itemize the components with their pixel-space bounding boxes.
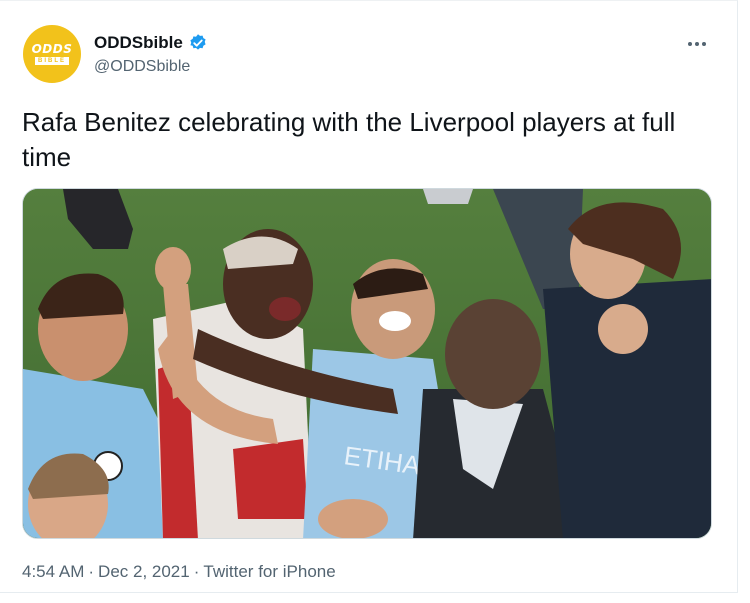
tweet-source[interactable]: Twitter for iPhone <box>203 562 335 582</box>
meta-separator: · <box>88 562 95 581</box>
avatar-logo-subtext: BIBLE <box>35 57 69 65</box>
avatar-logo-text: ODDS <box>31 42 73 56</box>
avatar[interactable]: ODDS BIBLE <box>23 25 81 83</box>
meta-separator: · <box>193 562 200 581</box>
tweet-card[interactable]: ODDS BIBLE ODDSbible @ODDSbible Rafa Ben… <box>0 0 738 593</box>
author-display-name[interactable]: ODDSbible <box>94 33 183 53</box>
tweet-media-photo[interactable]: ETIHA <box>22 188 712 539</box>
author-name-row: ODDSbible <box>94 33 208 53</box>
author-handle[interactable]: @ODDSbible <box>94 58 190 76</box>
verified-badge-icon <box>190 34 206 50</box>
more-options-icon[interactable] <box>688 39 712 49</box>
tweet-date[interactable]: Dec 2, 2021 <box>98 562 190 582</box>
tweet-meta: 4:54 AM · Dec 2, 2021 · Twitter for iPho… <box>22 562 336 582</box>
tweet-text: Rafa Benitez celebrating with the Liverp… <box>22 107 676 172</box>
celebration-photo: ETIHA <box>23 189 711 538</box>
tweet-time[interactable]: 4:54 AM <box>22 562 84 582</box>
